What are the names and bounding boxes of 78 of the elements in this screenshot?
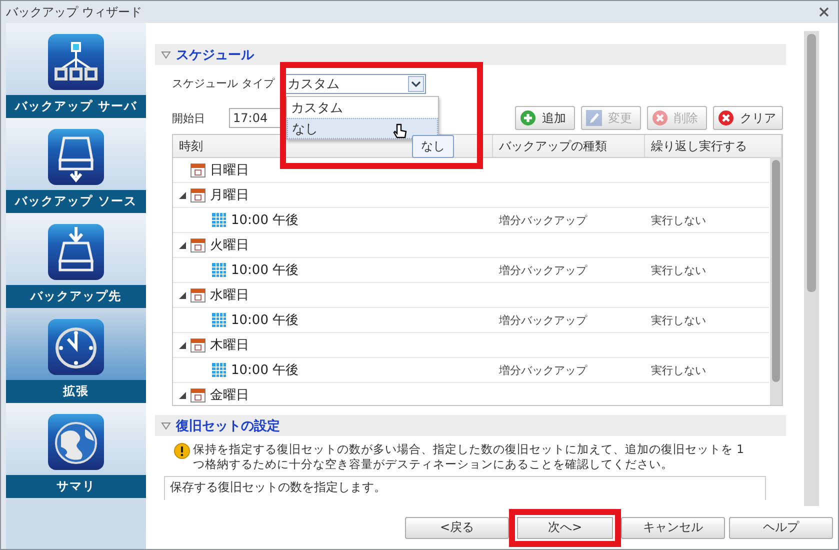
description-text: 保存する復旧セットの数を指定します。 xyxy=(170,480,386,494)
wizard-step[interactable]: バックアップ ソース xyxy=(6,118,146,213)
delete-icon xyxy=(652,110,668,126)
scrollbar[interactable] xyxy=(770,157,782,405)
drive-icon xyxy=(47,223,105,281)
section-title: スケジュール xyxy=(176,46,254,64)
wizard-step[interactable]: 拡張 xyxy=(6,308,146,403)
wizard-step[interactable]: バックアップ先 xyxy=(6,213,146,308)
step-label: バックアップ サーバ xyxy=(6,95,146,118)
step-label: サマリ xyxy=(6,475,146,498)
table-cell-text: 10:00 午後 xyxy=(231,262,299,279)
step-label: 拡張 xyxy=(6,380,146,403)
column-header[interactable]: バックアップの種類 xyxy=(493,135,645,157)
close-icon[interactable] xyxy=(818,6,830,18)
table-cell-text: 金曜日 xyxy=(210,387,249,404)
caret-icon[interactable] xyxy=(408,76,424,92)
scrollbar-thumb[interactable] xyxy=(772,160,780,382)
table-cell-text: 10:00 午後 xyxy=(231,312,299,329)
table-cell-text: 日曜日 xyxy=(210,162,249,179)
toolbar-button[interactable]: クリア xyxy=(713,106,783,130)
scrollbar-thumb[interactable] xyxy=(807,34,816,292)
clock-icon xyxy=(47,318,105,376)
calendar-icon xyxy=(190,187,206,203)
dropdown-option[interactable]: カスタム xyxy=(287,97,438,118)
table-cell-text: 水曜日 xyxy=(210,287,249,304)
scrollbar[interactable] xyxy=(804,31,819,506)
table-cell: 増分バックアップ xyxy=(499,312,587,328)
toolbar-button[interactable]: 追加 xyxy=(515,106,575,130)
table-cell: 増分バックアップ xyxy=(499,362,587,378)
section-header[interactable]: スケジュール xyxy=(155,44,786,65)
collapse-icon[interactable] xyxy=(179,292,186,298)
section-title: 復旧セットの設定 xyxy=(176,418,280,434)
table-cell: 実行しない xyxy=(651,262,706,278)
window-title: バックアップ ウィザード xyxy=(6,4,142,20)
grid-icon xyxy=(211,312,227,328)
grid-icon xyxy=(211,262,227,278)
wizard-button[interactable]: <戻る xyxy=(405,516,509,538)
table-cell: 実行しない xyxy=(651,362,706,378)
wizard-button[interactable]: 次へ> xyxy=(509,508,621,546)
collapse-icon[interactable] xyxy=(179,392,186,398)
wizard-button[interactable]: ヘルプ xyxy=(729,516,833,538)
warning-text: 保持を指定する復旧セットの数が多い場合、指定した数の復旧セットに加えて、追加の復旧セットを 1 つ格納するために十分な空き容量がデスティネーションにあることを確認してください。 xyxy=(193,442,745,472)
table-cell-text: 火曜日 xyxy=(210,237,249,254)
network-icon xyxy=(47,33,105,91)
table-cell-text: 10:00 午後 xyxy=(231,362,299,379)
calendar-icon xyxy=(190,162,206,178)
collapse-icon[interactable] xyxy=(179,192,186,198)
grid-icon xyxy=(211,212,227,228)
plus-icon xyxy=(520,110,536,126)
grid-icon xyxy=(211,362,227,378)
section-header[interactable]: 復旧セットの設定 xyxy=(155,415,786,436)
field-label: 開始日 xyxy=(172,110,205,126)
pencil-icon xyxy=(586,110,602,126)
collapse-icon[interactable] xyxy=(179,342,186,348)
dropdown-option[interactable]: なし xyxy=(287,118,438,139)
globe-icon xyxy=(47,413,105,471)
table-cell-text: 月曜日 xyxy=(210,187,249,204)
calendar-icon xyxy=(190,287,206,303)
field-label: スケジュール タイプ xyxy=(172,76,274,91)
table-cell-text: 10:00 午後 xyxy=(231,212,299,229)
tooltip: なし xyxy=(412,135,454,158)
wizard-button[interactable]: キャンセル xyxy=(621,516,725,538)
step-label: バックアップ ソース xyxy=(6,190,146,213)
table-cell: 実行しない xyxy=(651,212,706,228)
step-label: バックアップ先 xyxy=(6,285,146,308)
drive-icon xyxy=(47,128,105,186)
table-cell: 増分バックアップ xyxy=(499,262,587,278)
wizard-step[interactable]: バックアップ サーバ xyxy=(6,23,146,118)
calendar-icon xyxy=(190,337,206,353)
warning-icon xyxy=(174,443,190,459)
table-cell: 増分バックアップ xyxy=(499,212,587,228)
table-cell: 実行しない xyxy=(651,312,706,328)
collapse-icon[interactable] xyxy=(179,242,186,248)
calendar-icon xyxy=(190,387,206,403)
table-cell-text: 木曜日 xyxy=(210,337,249,354)
calendar-icon xyxy=(190,237,206,253)
wizard-step[interactable]: サマリ xyxy=(6,403,146,498)
delete-icon xyxy=(718,110,734,126)
